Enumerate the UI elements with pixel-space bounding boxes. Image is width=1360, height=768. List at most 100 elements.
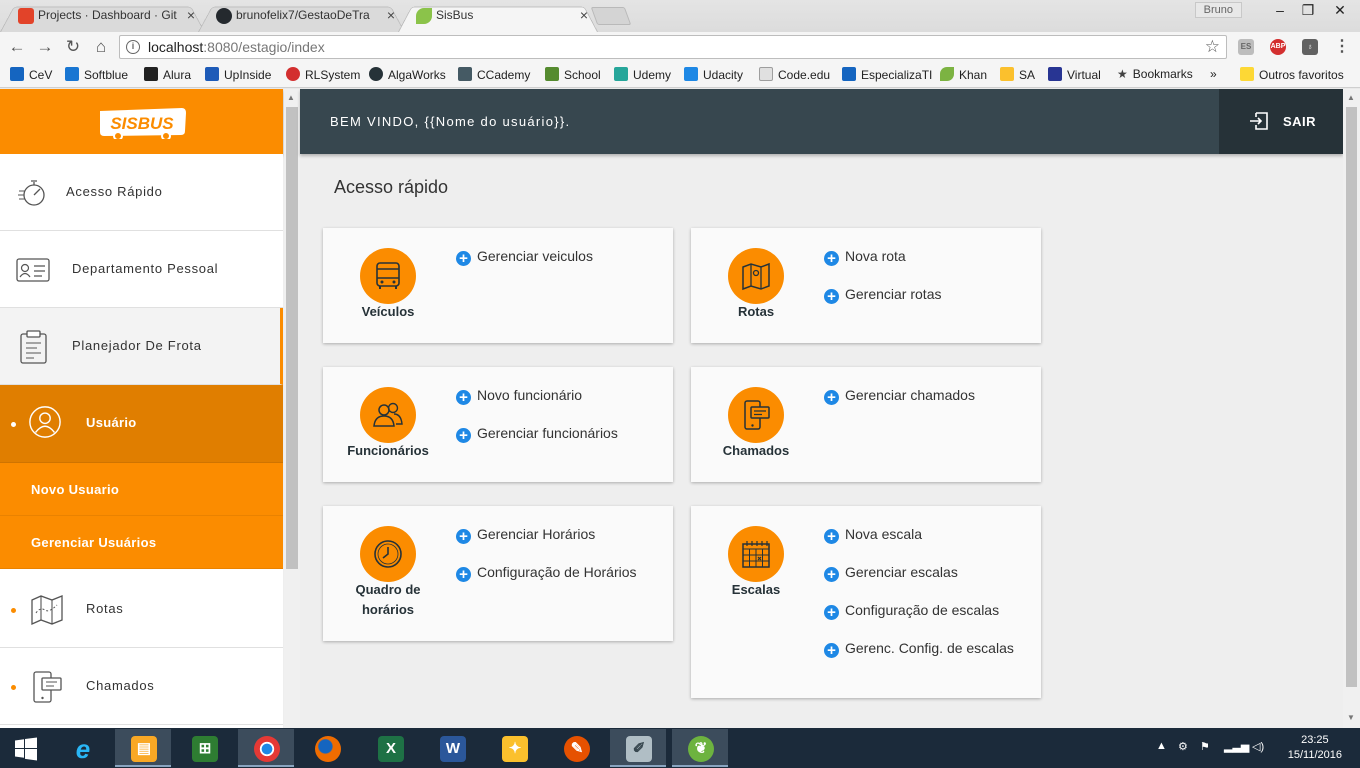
plus-icon: +	[824, 643, 839, 658]
bookmark-item[interactable]: Khan	[940, 67, 987, 82]
taskbar-app[interactable]: ◕	[299, 729, 355, 767]
windows-start-button[interactable]	[0, 729, 56, 767]
action-nova-escala[interactable]: + Nova escala	[824, 526, 1014, 564]
logout-button[interactable]: SAIR	[1219, 89, 1343, 154]
scroll-down-icon[interactable]: ▼	[1347, 713, 1355, 722]
card-icon-circle[interactable]	[728, 248, 784, 304]
action-nova-rota[interactable]: + Nova rota	[824, 248, 941, 286]
minimize-icon[interactable]: –	[1266, 0, 1294, 20]
bookmark-item[interactable]: Udacity	[684, 67, 743, 82]
bookmark-item[interactable]: Code.edu	[759, 67, 830, 82]
excel-icon: X	[378, 736, 404, 762]
close-tab-icon[interactable]: ×	[580, 2, 588, 28]
close-tab-icon[interactable]: ×	[387, 2, 395, 28]
bookmark-item[interactable]: CeV	[10, 67, 52, 82]
submenu-novo-usuario[interactable]: Novo Usuario	[0, 463, 283, 516]
back-icon[interactable]: ←	[6, 36, 28, 58]
taskbar-app[interactable]: X	[362, 729, 418, 767]
sidebar-item-chamados[interactable]: Chamados	[0, 648, 283, 725]
bookmark-item[interactable]: RLSystem	[286, 67, 360, 82]
new-tab-button[interactable]	[590, 7, 632, 25]
action-gerenciar-veiculos[interactable]: + Gerenciar veiculos	[456, 248, 593, 286]
page-scrollbar[interactable]: ▲ ▼	[1343, 89, 1360, 728]
taskbar-app[interactable]: ❦	[672, 729, 728, 767]
card-icon-circle[interactable]	[360, 248, 416, 304]
home-icon[interactable]: ⌂	[90, 36, 112, 58]
volume-icon[interactable]: ◁)	[1252, 740, 1264, 753]
tab-title: SisBus	[436, 8, 474, 22]
action-novo-funcionario[interactable]: + Novo funcionário	[456, 387, 618, 425]
extension-es-icon[interactable]: ES	[1238, 39, 1254, 55]
site-info-icon[interactable]: i	[126, 40, 140, 54]
taskbar-app[interactable]: ◉	[238, 729, 294, 767]
bookmark-item[interactable]: AlgaWorks	[369, 67, 446, 82]
bookmark-item[interactable]: UpInside	[205, 67, 271, 82]
action-gerenciar-escalas[interactable]: + Gerenciar escalas	[824, 564, 1014, 602]
scroll-up-icon[interactable]: ▲	[1347, 93, 1355, 102]
close-window-icon[interactable]: ✕	[1326, 0, 1354, 20]
more-bookmarks-icon[interactable]: »	[1210, 67, 1217, 81]
taskbar-app[interactable]: ✦	[486, 729, 542, 767]
svg-text:SISBUS: SISBUS	[110, 114, 174, 133]
card-icon-circle[interactable]	[360, 526, 416, 582]
tab-projects-dashboard[interactable]: Projects · Dashboard · Git ×	[0, 2, 205, 32]
taskbar-app[interactable]: e	[54, 729, 110, 767]
other-favorites-folder[interactable]: Outros favoritos	[1240, 67, 1344, 82]
bookmark-item[interactable]: School	[545, 67, 601, 82]
taskbar-app[interactable]: W	[424, 729, 480, 767]
forward-icon[interactable]: →	[34, 36, 56, 58]
reload-icon[interactable]: ↻	[62, 36, 84, 58]
scrollbar-thumb[interactable]	[286, 107, 298, 569]
action-gerenciar-chamados[interactable]: + Gerenciar chamados	[824, 387, 975, 425]
taskbar-app[interactable]: ✐	[610, 729, 666, 767]
show-hidden-icons-icon[interactable]: ▲	[1156, 740, 1167, 752]
action-configuracao-de-escalas[interactable]: + Configuração de escalas	[824, 602, 1014, 640]
taskbar-app[interactable]: ⊞	[176, 729, 232, 767]
bookmark-item[interactable]: ★ Bookmarks	[1117, 67, 1193, 81]
maximize-icon[interactable]: ❐	[1294, 0, 1322, 20]
bookmark-item[interactable]: Virtual	[1048, 67, 1101, 82]
action-gerenc-config-de-escalas[interactable]: + Gerenc. Config. de escalas	[824, 640, 1014, 678]
profile-badge[interactable]: Bruno	[1194, 2, 1242, 18]
extension-bulb-icon[interactable]: ♁	[1302, 39, 1318, 55]
sidebar-item-departamento-pessoal[interactable]: Departamento Pessoal	[0, 231, 283, 308]
sidebar-item-usuario[interactable]: Usuário	[0, 385, 283, 463]
tab-sisbus[interactable]: SisBus ×	[398, 2, 598, 32]
taskbar-app[interactable]: ✎	[548, 729, 604, 767]
bookmark-star-icon[interactable]: ☆	[1205, 37, 1220, 57]
action-gerenciar-rotas[interactable]: + Gerenciar rotas	[824, 286, 941, 324]
chrome-menu-icon[interactable]: ⋮	[1334, 39, 1350, 55]
taskbar-clock[interactable]: 23:25 15/11/2016	[1288, 733, 1342, 763]
taskbar-app[interactable]: ▤	[115, 729, 171, 767]
sisbus-logo[interactable]: SISBUS	[96, 105, 188, 139]
close-tab-icon[interactable]: ×	[187, 2, 195, 28]
bookmark-item[interactable]: EspecializaTI	[842, 67, 932, 82]
bookmark-item[interactable]: Alura	[144, 67, 191, 82]
sidebar-item-rotas[interactable]: Rotas	[0, 571, 283, 648]
bookmark-item[interactable]: CCademy	[458, 67, 530, 82]
adblock-plus-icon[interactable]: ABP	[1270, 39, 1286, 55]
action-center-flag-icon[interactable]: ⚑	[1200, 740, 1210, 753]
wifi-signal-icon[interactable]: ▂▃▅	[1224, 740, 1249, 753]
submenu-gerenciar-usuarios[interactable]: Gerenciar Usuários	[0, 516, 283, 569]
scrollbar-thumb[interactable]	[1346, 107, 1357, 687]
sidebar-scrollbar[interactable]: ▲	[284, 89, 300, 728]
bookmark-item[interactable]: SA	[1000, 67, 1035, 82]
action-configuracao-de-horarios[interactable]: + Configuração de Horários	[456, 564, 637, 602]
tab-github-repo[interactable]: brunofelix7/GestaoDeTra ×	[198, 2, 405, 32]
card-icon-circle[interactable]	[360, 387, 416, 443]
card-rotas: Rotas + Nova rota + Gerenciar rotas	[691, 228, 1041, 343]
bookmark-item[interactable]: Udemy	[614, 67, 671, 82]
scroll-up-icon[interactable]: ▲	[287, 93, 295, 102]
card-icon-circle[interactable]	[728, 526, 784, 582]
bookmark-item[interactable]: Softblue	[65, 67, 128, 82]
sidebar-item-planejador-de-frota[interactable]: Planejador De Frota	[0, 308, 283, 385]
card-icon-circle[interactable]	[728, 387, 784, 443]
network-settings-icon[interactable]: ⚙	[1178, 740, 1188, 753]
action-gerenciar-horarios[interactable]: + Gerenciar Horários	[456, 526, 637, 564]
address-bar[interactable]: i localhost:8080/estagio/index ☆	[119, 35, 1227, 59]
action-gerenciar-funcionarios[interactable]: + Gerenciar funcionários	[456, 425, 618, 463]
sidebar-item-acesso-rapido[interactable]: Acesso Rápido	[0, 154, 283, 231]
card-actions: + Gerenciar Horários + Configuração de Hor…	[456, 526, 637, 602]
url-text[interactable]: localhost:8080/estagio/index	[148, 39, 325, 55]
